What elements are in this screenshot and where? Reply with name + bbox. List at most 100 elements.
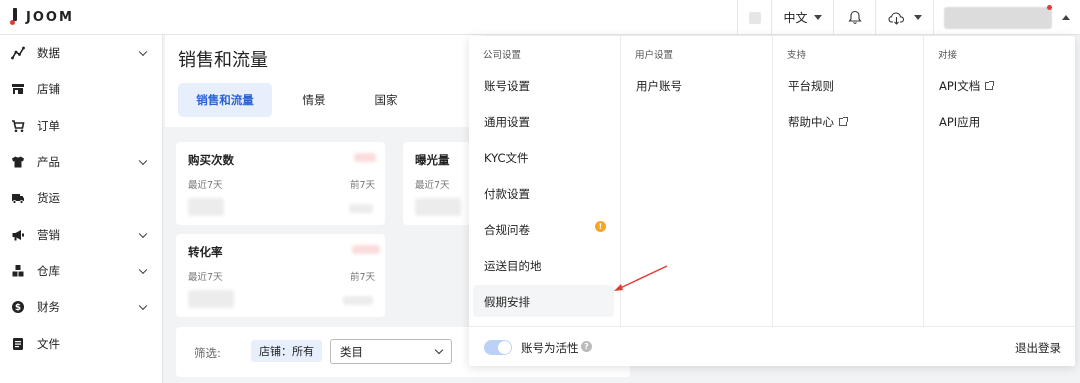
sidebar-item-products[interactable]: 产品 bbox=[0, 144, 162, 180]
sidebar-item-finance[interactable]: $ 财务 bbox=[0, 289, 162, 325]
logout-link[interactable]: 退出登录 bbox=[1015, 340, 1061, 356]
svg-text:$: $ bbox=[15, 303, 21, 313]
cloud-download-icon bbox=[887, 11, 904, 25]
metric-title: 曝光量 bbox=[415, 153, 450, 167]
menu-item-label: API文档 bbox=[939, 79, 981, 93]
filter-label: 筛选: bbox=[194, 346, 221, 360]
sidebar-item-label: 仓库 bbox=[37, 263, 60, 278]
bell-icon bbox=[847, 10, 862, 24]
metric-value-redacted bbox=[415, 198, 461, 216]
page-title: 销售和流量 bbox=[178, 50, 268, 71]
chevron-down-icon bbox=[434, 345, 444, 355]
sidebar-item-store[interactable]: 店铺 bbox=[0, 71, 162, 107]
menu-item-api-docs[interactable]: API文档 bbox=[939, 78, 995, 94]
chevron-up-icon bbox=[1062, 15, 1070, 20]
account-active-toggle[interactable] bbox=[484, 340, 512, 355]
menu-item-payment-settings[interactable]: 付款设置 bbox=[484, 186, 530, 202]
store-icon bbox=[11, 82, 25, 96]
account-settings-menu: 公司设置 账号设置 通用设置 KYC文件 付款设置 合规问卷 ! 运送目的地 假… bbox=[469, 36, 1075, 366]
category-select[interactable]: 类目 bbox=[330, 339, 452, 364]
cloud-menu-button[interactable] bbox=[875, 0, 933, 35]
brand-name: JOOM bbox=[26, 9, 74, 25]
chevron-down-icon bbox=[913, 15, 922, 20]
external-link-icon bbox=[985, 81, 995, 90]
menu-item-help-center[interactable]: 帮助中心 bbox=[788, 114, 848, 130]
sidebar: 数据 店铺 订单 产品 货运 营销 仓库 $ 财务 文件 bbox=[0, 35, 163, 383]
notifications-button[interactable] bbox=[833, 0, 875, 35]
metric-card-impressions: 曝光量 最近7天 bbox=[403, 142, 471, 225]
sidebar-item-label: 营销 bbox=[37, 227, 60, 242]
menu-column-header: 支持 bbox=[787, 50, 807, 61]
placeholder-icon bbox=[748, 11, 761, 24]
chevron-down-icon bbox=[138, 229, 148, 238]
menu-item-platform-rules[interactable]: 平台规则 bbox=[788, 78, 834, 94]
sidebar-item-label: 文件 bbox=[37, 336, 60, 351]
sidebar-item-label: 产品 bbox=[37, 155, 60, 170]
menu-item-general-settings[interactable]: 通用设置 bbox=[484, 114, 530, 130]
sidebar-item-marketing[interactable]: 营销 bbox=[0, 216, 162, 252]
metric-previous-redacted bbox=[343, 296, 373, 305]
sidebar-item-orders[interactable]: 订单 bbox=[0, 108, 162, 144]
account-menu-button[interactable] bbox=[933, 0, 1080, 35]
dollar-icon: $ bbox=[11, 300, 25, 314]
top-bar: JOOM 中文 bbox=[0, 0, 1080, 35]
menu-item-user-accounts[interactable]: 用户账号 bbox=[636, 78, 682, 94]
topbar-placeholder-button[interactable] bbox=[737, 0, 771, 35]
menu-item-compliance-questionnaire[interactable]: 合规问卷 bbox=[484, 222, 530, 238]
menu-column-header: 对接 bbox=[938, 50, 958, 61]
metric-title: 购买次数 bbox=[188, 153, 234, 167]
megaphone-icon bbox=[11, 228, 25, 242]
menu-column-integration: 对接 API文档 API应用 bbox=[924, 36, 1075, 326]
menu-column-header: 公司设置 bbox=[483, 50, 522, 61]
language-label: 中文 bbox=[783, 11, 808, 25]
tab-scenarios[interactable]: 情景 bbox=[272, 83, 356, 117]
tab-bar: 销售和流量 情景 国家 bbox=[178, 83, 416, 117]
sidebar-item-documents[interactable]: 文件 bbox=[0, 325, 162, 361]
metric-value-redacted bbox=[188, 290, 234, 308]
help-icon[interactable]: ? bbox=[581, 341, 592, 352]
menu-item-kyc-documents[interactable]: KYC文件 bbox=[484, 150, 529, 166]
sidebar-item-label: 订单 bbox=[37, 118, 60, 133]
chevron-down-icon bbox=[138, 156, 148, 166]
store-filter-chip[interactable]: 店铺：所有 bbox=[251, 340, 322, 362]
account-active-label: 账号为活性 bbox=[521, 341, 579, 355]
sidebar-item-label: 店铺 bbox=[37, 82, 60, 97]
chart-line-icon bbox=[11, 46, 25, 60]
menu-footer: 账号为活性 ? 退出登录 bbox=[469, 326, 1075, 366]
metric-card-conversion: 转化率 最近7天 前7天 bbox=[176, 234, 385, 317]
menu-item-api-apps[interactable]: API应用 bbox=[939, 114, 980, 130]
period-current-label: 最近7天 bbox=[188, 272, 223, 283]
truck-icon bbox=[11, 191, 25, 205]
joom-logo-icon bbox=[10, 8, 18, 26]
metric-change-redacted bbox=[352, 245, 380, 254]
notification-dot bbox=[1047, 5, 1052, 10]
period-current-label: 最近7天 bbox=[415, 180, 450, 191]
warning-icon: ! bbox=[595, 221, 606, 232]
metric-change-redacted bbox=[354, 153, 376, 162]
menu-item-shipping-destinations[interactable]: 运送目的地 bbox=[484, 258, 542, 274]
cart-icon bbox=[11, 119, 25, 133]
chevron-down-icon bbox=[813, 15, 822, 20]
brand-logo[interactable]: JOOM bbox=[10, 8, 74, 26]
tab-countries[interactable]: 国家 bbox=[356, 83, 416, 117]
chevron-down-icon bbox=[138, 265, 148, 274]
chevron-down-icon bbox=[138, 301, 148, 311]
menu-item-account-settings[interactable]: 账号设置 bbox=[484, 78, 530, 94]
sidebar-item-label: 货运 bbox=[37, 191, 60, 206]
metric-card-purchases: 购买次数 最近7天 前7天 bbox=[176, 142, 385, 225]
sidebar-item-shipping[interactable]: 货运 bbox=[0, 180, 162, 216]
page-header: 销售和流量 销售和流量 情景 国家 bbox=[165, 35, 485, 127]
shirt-icon bbox=[11, 155, 25, 169]
period-current-label: 最近7天 bbox=[188, 180, 223, 191]
sidebar-item-warehouse[interactable]: 仓库 bbox=[0, 253, 162, 289]
period-previous-label: 前7天 bbox=[349, 180, 375, 191]
menu-item-label: 帮助中心 bbox=[788, 115, 834, 129]
sidebar-item-data[interactable]: 数据 bbox=[0, 35, 162, 71]
external-link-icon bbox=[839, 117, 848, 126]
tab-sales-traffic[interactable]: 销售和流量 bbox=[178, 83, 272, 117]
language-selector[interactable]: 中文 bbox=[771, 0, 833, 35]
account-name-redacted bbox=[944, 6, 1052, 29]
menu-item-holiday-schedule[interactable]: 假期安排 bbox=[484, 294, 530, 310]
chevron-down-icon bbox=[138, 47, 148, 57]
menu-column-support: 支持 平台规则 帮助中心 bbox=[773, 36, 924, 326]
